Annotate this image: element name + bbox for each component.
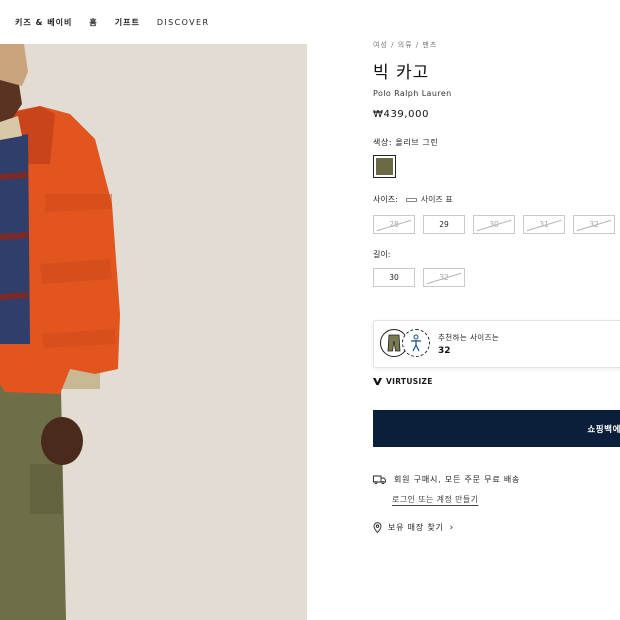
size-label: 사이즈: (373, 195, 398, 204)
recommendation-icons (380, 329, 434, 359)
shipping-text: 회원 구매시, 모든 주문 무료 배송 (394, 475, 521, 484)
size-option-32[interactable]: 32 (573, 215, 615, 234)
virtusize-logo: VIRTUSIZE (373, 377, 620, 386)
shipping-info: 회원 구매시, 모든 주문 무료 배송 (373, 474, 620, 485)
size-chart-label: 사이즈 표 (420, 195, 453, 204)
size-option-28[interactable]: 28 (373, 215, 415, 234)
body-icon (402, 329, 430, 357)
chevron-right-icon: › (449, 522, 455, 533)
ruler-icon (405, 197, 417, 202)
find-in-store-link[interactable]: 보유 매장 찾기 › (373, 522, 620, 533)
add-to-bag-button[interactable]: 쇼핑백에 (373, 410, 620, 447)
nav-discover[interactable]: DISCOVER (157, 18, 210, 27)
length-option-30[interactable]: 30 (373, 268, 415, 287)
add-to-bag-label: 쇼핑백에 (587, 424, 620, 435)
length-option-32[interactable]: 32 (423, 268, 465, 287)
size-recommendation[interactable]: 추천하는 사이즈는 32 (373, 320, 620, 368)
nav-gift[interactable]: 기프트 (115, 17, 140, 28)
virtusize-label: VIRTUSIZE (386, 377, 433, 386)
recommendation-text: 추천하는 사이즈는 32 (438, 332, 499, 356)
size-chart-link[interactable]: 사이즈 표 (405, 194, 453, 205)
size-option-30[interactable]: 30 (473, 215, 515, 234)
size-row-header: 사이즈: 사이즈 표 (373, 194, 620, 205)
nav-home[interactable]: 홈 (89, 17, 97, 28)
find-in-store-label: 보유 매장 찾기 (388, 523, 444, 532)
product-price: ₩439,000 (373, 109, 430, 120)
product-brand: Polo Ralph Lauren (373, 89, 452, 98)
product-details: 여성 / 의류 / 팬츠 빅 카고 Polo Ralph Lauren ₩439… (373, 40, 620, 533)
length-options: 30 32 (373, 268, 620, 287)
recommendation-value: 32 (438, 346, 451, 356)
color-swatch-olive[interactable] (373, 155, 396, 178)
login-or-signup-link[interactable]: 로그인 또는 계정 만들기 (392, 494, 620, 505)
product-title: 빅 카고 (373, 63, 430, 83)
color-label: 색상: 올리브 그린 (373, 138, 439, 147)
model-photo (0, 44, 307, 620)
top-nav: 키즈 & 베이비 홈 기프트 DISCOVER (0, 0, 620, 44)
product-image[interactable] (0, 44, 307, 620)
virtusize-v-icon (373, 378, 382, 385)
length-label: 길이: (373, 250, 391, 259)
size-option-29[interactable]: 29 (423, 215, 465, 234)
size-options: 28 29 30 31 32 (373, 215, 620, 234)
swatch-fill (376, 158, 393, 175)
location-pin-icon (373, 522, 382, 533)
truck-icon (373, 475, 386, 484)
product-page: 키즈 & 베이비 홈 기프트 DISCOVER 여성 / 의류 / 팬츠 빅 카… (0, 0, 620, 620)
nav-kids-baby[interactable]: 키즈 & 베이비 (15, 17, 72, 28)
breadcrumb[interactable]: 여성 / 의류 / 팬츠 (373, 40, 620, 52)
recommendation-label: 추천하는 사이즈는 (438, 333, 500, 342)
size-option-31[interactable]: 31 (523, 215, 565, 234)
